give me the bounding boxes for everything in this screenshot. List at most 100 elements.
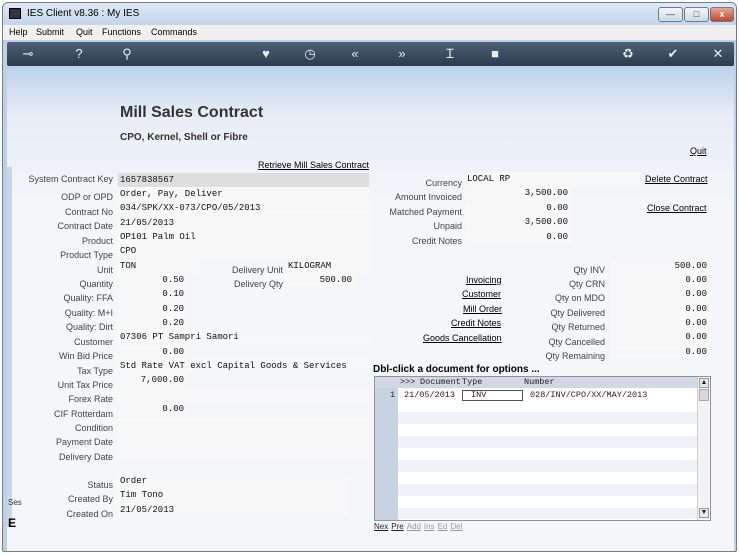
menu-functions[interactable]: Functions [102, 27, 141, 37]
quality-dirt-label: Quality: Dirt [65, 322, 113, 332]
goods-cancellation-link[interactable]: Goods Cancellation [423, 333, 502, 343]
document-grid[interactable]: >>> Document Type Number 1 21/05/2013 IN… [374, 376, 711, 521]
unit-tax-price-label: Unit Tax Price [57, 380, 113, 390]
odp-or-opd-field[interactable]: Order, Pay, Deliver [118, 187, 369, 201]
mill-order-link[interactable]: Mill Order [463, 304, 502, 314]
prev-button[interactable]: Pre [391, 522, 403, 531]
delivery-date-field[interactable] [118, 445, 369, 459]
currency-field[interactable]: LOCAL RP [465, 172, 640, 186]
system-contract-key-field[interactable]: 1657838567 [118, 173, 369, 187]
contract-date-label: Contract Date [57, 221, 113, 231]
invoicing-link[interactable]: Invoicing [466, 275, 502, 285]
grid-scrollbar[interactable]: ▲ ▼ [697, 377, 710, 520]
customer-link[interactable]: Customer [462, 289, 501, 299]
quantity-field[interactable]: 0.50 [118, 273, 188, 287]
created-by-field: Tim Tono [118, 488, 348, 502]
forex-rate-label: Forex Rate [68, 394, 113, 404]
quit-link[interactable]: Quit [690, 146, 707, 156]
scroll-down-icon[interactable]: ▼ [699, 508, 709, 518]
forward-icon[interactable]: » [393, 45, 411, 63]
forex-rate-field[interactable] [118, 388, 369, 402]
quality-dirt-field[interactable]: 0.20 [118, 316, 188, 330]
scroll-thumb[interactable] [699, 389, 709, 401]
delivery-unit-field[interactable]: KILOGRAM [286, 259, 369, 273]
qty-delivered-label: Qty Delivered [550, 308, 605, 318]
grid-nav: Nex Pre Add Ins Ed Del [374, 522, 465, 533]
menu-submit[interactable]: Submit [36, 27, 64, 37]
maximize-button[interactable]: □ [684, 7, 709, 22]
app-window: IES Client v8.36 : My IES — □ x Help Sub… [2, 2, 737, 552]
check-icon[interactable]: ✔ [664, 45, 682, 63]
grid-empty-row [398, 484, 697, 496]
key-icon[interactable]: ⊸ [13, 45, 43, 63]
credit-notes-label: Credit Notes [411, 236, 462, 246]
row-type[interactable]: INV [462, 390, 523, 401]
menu-help[interactable]: Help [9, 27, 28, 37]
menu-commands[interactable]: Commands [151, 27, 197, 37]
product-type-field[interactable]: CPO [118, 244, 369, 258]
condition-label: Condition [74, 423, 113, 433]
contract-date-field[interactable]: 21/05/2013 [118, 216, 369, 230]
insert-button: Ins [423, 522, 435, 531]
qty-delivered-field: 0.00 [611, 302, 711, 316]
text-cursor-icon[interactable]: Ɪ [441, 45, 459, 63]
table-row[interactable]: 1 21/05/2013 INV 028/INV/CPO/XX/MAY/2013 [375, 389, 697, 401]
heart-icon[interactable]: ♥ [257, 45, 275, 63]
amount-invoiced-field: 3,500.00 [465, 186, 572, 200]
help-icon[interactable]: ? [70, 45, 88, 63]
search-icon[interactable]: ⚲ [118, 45, 136, 63]
grid-empty-row [398, 436, 697, 448]
title-bar: IES Client v8.36 : My IES — □ x [3, 3, 736, 25]
condition-field[interactable] [118, 417, 369, 431]
payment-date-field[interactable] [118, 431, 369, 445]
grid-empty-row [398, 412, 697, 424]
matched-payment-label: Matched Payment [389, 207, 462, 217]
delivery-qty-field[interactable]: 500.00 [286, 273, 356, 287]
created-by-label: Created By [67, 494, 113, 504]
stop-icon[interactable]: ■ [486, 45, 504, 63]
tax-type-field[interactable]: Std Rate VAT excl Capital Goods & Servic… [118, 359, 369, 373]
close-icon[interactable]: ✕ [709, 45, 727, 63]
currency-label: Currency [425, 178, 462, 188]
quality-mi-field[interactable]: 0.20 [118, 302, 188, 316]
contract-no-field[interactable]: 034/SPK/XX-073/CPO/05/2013 [118, 201, 369, 215]
scroll-up-icon[interactable]: ▲ [699, 378, 709, 388]
clock-icon[interactable]: ◷ [301, 45, 319, 63]
credit-notes-link[interactable]: Credit Notes [451, 318, 501, 328]
minimize-button[interactable]: — [658, 7, 683, 22]
delivery-date-label: Delivery Date [58, 452, 113, 462]
unit-tax-price-field[interactable]: 7,000.00 [118, 373, 188, 387]
qty-crn-label: Qty CRN [569, 279, 605, 289]
next-button[interactable]: Nex [374, 522, 388, 531]
menu-quit[interactable]: Quit [76, 27, 93, 37]
customer-field[interactable]: 07306 PT Sampri Samori [118, 330, 369, 344]
grid-header-number[interactable]: Number [524, 377, 555, 388]
grid-header-type[interactable]: Type [462, 377, 482, 388]
delivery-unit-label: Delivery Unit [231, 265, 283, 275]
edit-button: Ed [437, 522, 448, 531]
product-type-label: Product Type [60, 250, 113, 260]
product-label: Product [81, 236, 113, 246]
quantity-label: Quantity [79, 279, 113, 289]
page-title: Mill Sales Contract [120, 104, 264, 121]
row-number[interactable]: 028/INV/CPO/XX/MAY/2013 [530, 389, 647, 401]
system-contract-key-label: System Contract Key [28, 174, 113, 184]
win-bid-price-field[interactable]: 0.00 [118, 345, 188, 359]
row-document-date[interactable]: 21/05/2013 [404, 389, 455, 401]
page-subtitle: CPO, Kernel, Shell or Fibre [120, 132, 248, 143]
close-contract-link[interactable]: Close Contract [647, 203, 707, 213]
qty-crn-field: 0.00 [611, 273, 711, 287]
delete-contract-link[interactable]: Delete Contract [645, 174, 708, 184]
grid-header-document[interactable]: Document [420, 377, 461, 388]
cif-rotterdam-field[interactable]: 0.00 [118, 402, 188, 416]
qty-remaining-field: 0.00 [611, 345, 711, 359]
retrieve-contract-link[interactable]: Retrieve Mill Sales Contract [258, 160, 369, 170]
quality-ffa-field[interactable]: 0.10 [118, 287, 188, 301]
rewind-icon[interactable]: « [346, 45, 364, 63]
unit-field[interactable]: TON [118, 259, 200, 273]
product-field[interactable]: OP101 Palm Oil [118, 230, 369, 244]
customer-label: Customer [73, 337, 113, 347]
close-window-button[interactable]: x [710, 7, 734, 22]
recycle-icon[interactable]: ♻ [619, 45, 637, 63]
unit-label: Unit [96, 265, 113, 275]
